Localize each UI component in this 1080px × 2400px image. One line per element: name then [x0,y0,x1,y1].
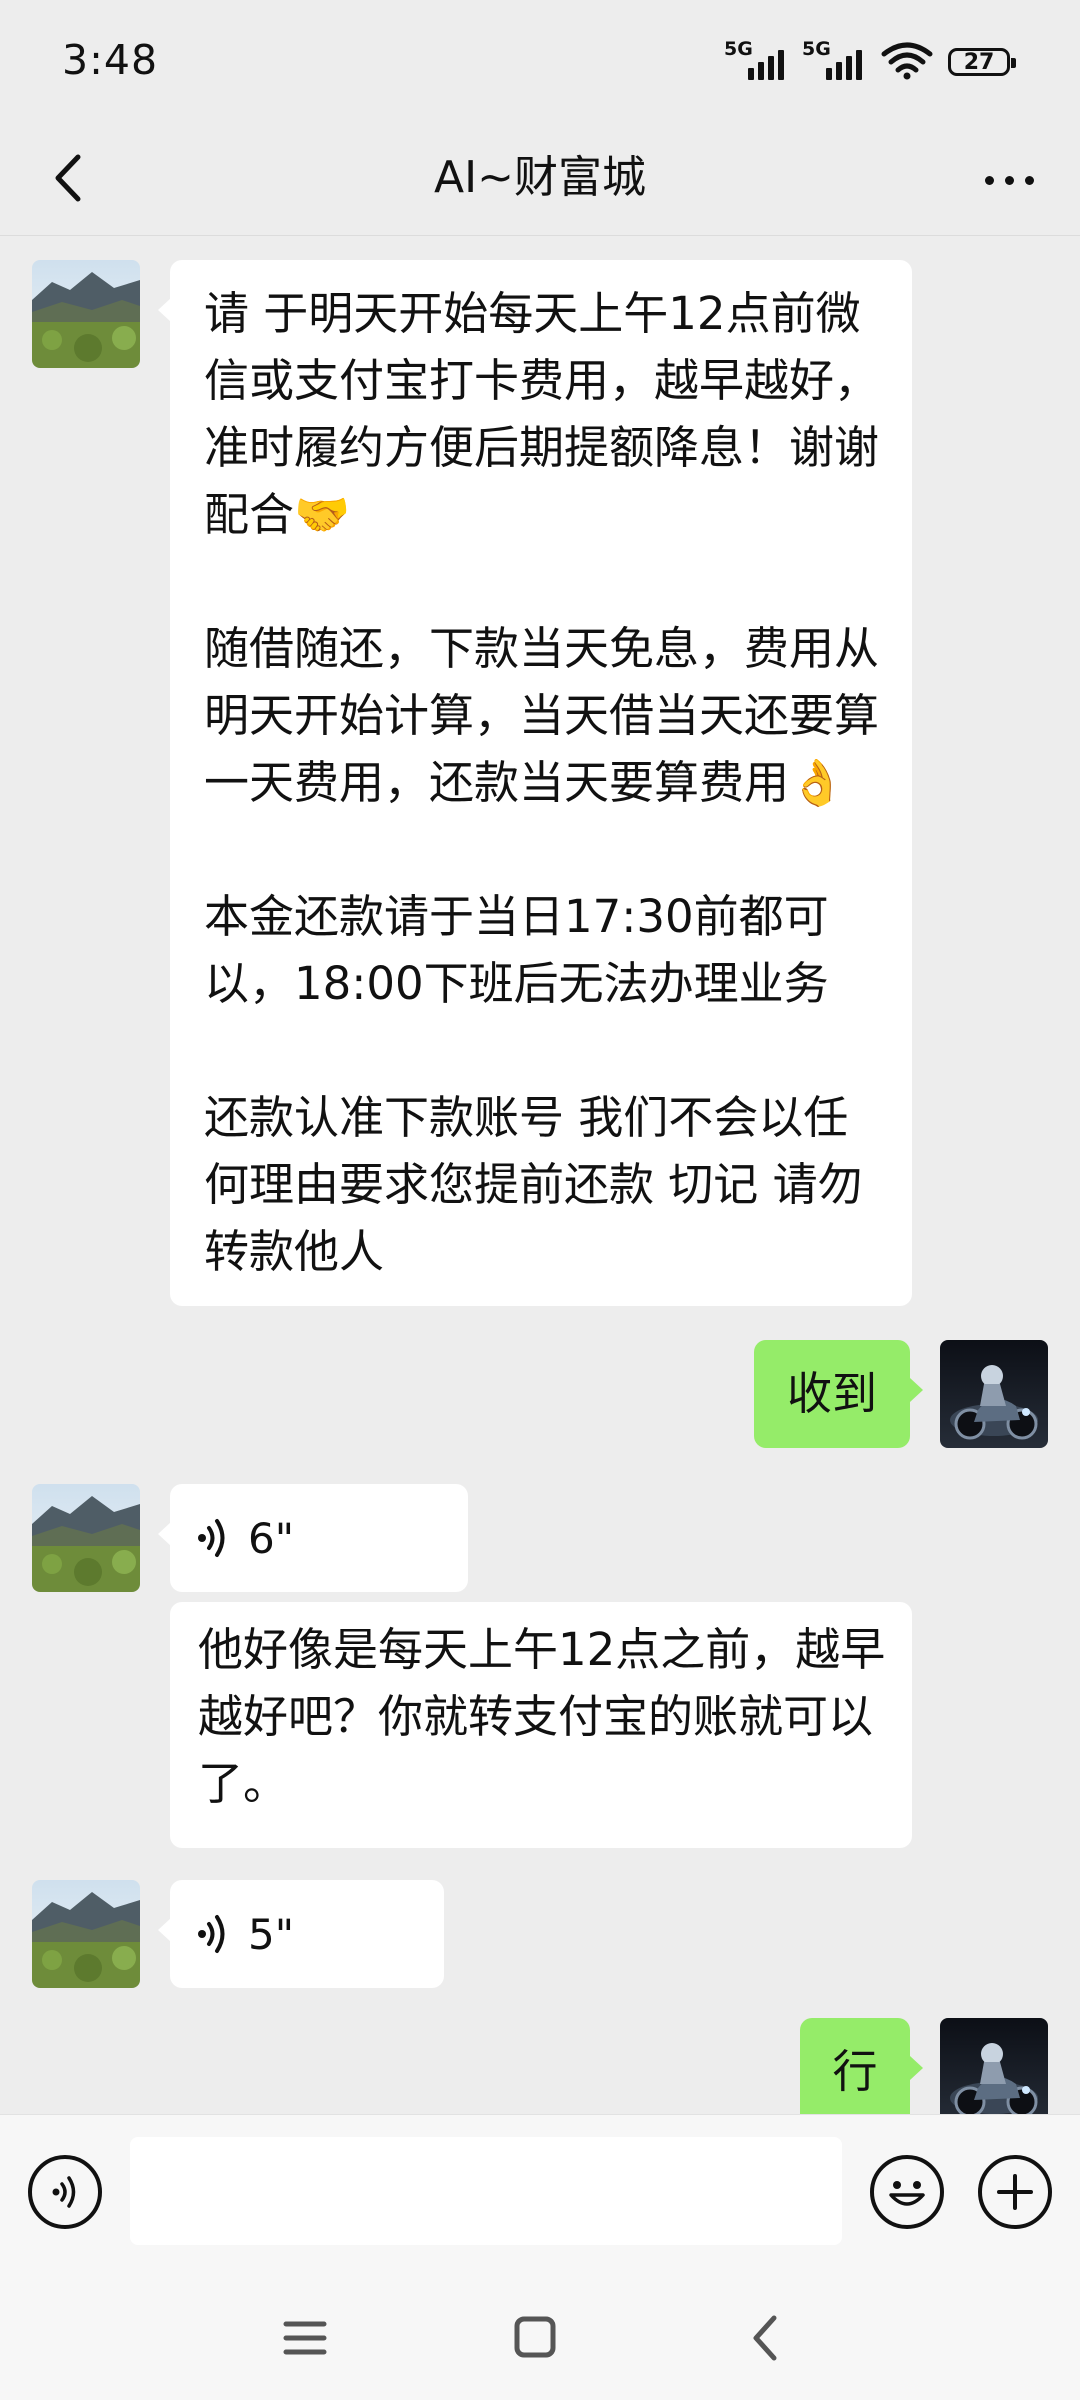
system-navigation-bar [0,2270,1080,2400]
message-text: 行 [832,2045,878,2098]
contact-avatar[interactable] [32,260,140,368]
user-avatar[interactable] [940,2018,1048,2114]
voice-duration: 5" [248,1909,295,1959]
message-bubble[interactable]: 行 [800,2018,923,2114]
voice-wave-icon [198,1519,225,1557]
back-icon[interactable] [732,2308,802,2368]
user-avatar[interactable] [940,1340,1048,1448]
menu-icon[interactable] [270,2308,340,2368]
more-dots-icon[interactable] [974,155,1044,205]
status-bar: 3:48 5G 5G 27 [0,0,1080,125]
message-bubble[interactable]: 请 于明天开始每天上午12点前微信或支付宝打卡费用，越早越好，准时履约方便后期提… [158,260,912,1306]
message-bubble[interactable]: 收到 [754,1340,923,1448]
voice-icon[interactable] [28,2155,102,2229]
chat-header: AI~财富城 [0,125,1080,236]
message-input[interactable] [130,2137,842,2245]
message-text: 请 于明天开始每天上午12点前微信或支付宝打卡费用，越早越好，准时履约方便后期提… [204,287,880,541]
signal-icon: 5G [724,38,788,80]
wifi-icon [881,42,933,80]
status-icons: 5G 5G 27 [724,38,1016,80]
voice-message[interactable]: 5" [158,1880,444,1988]
contact-avatar[interactable] [32,1880,140,1988]
message-text: 收到 [786,1367,877,1420]
voice-wave-icon [198,1915,225,1953]
chat-title: AI~财富城 [434,152,646,203]
voice-duration: 6" [248,1513,295,1563]
home-icon[interactable] [500,2308,570,2368]
voice-message[interactable]: 6" [158,1484,468,1592]
plus-icon[interactable] [978,2155,1052,2229]
input-bar [0,2114,1080,2271]
emoji-icon[interactable] [870,2155,944,2229]
message-text: 他好像是每天上午12点之前，越早越好吧？你就转支付宝的账就可以了。 [198,1623,886,1810]
battery-level: 27 [963,49,995,75]
message-text: 本金还款请于当日17:30前都可以，18:00下班后无法办理业务 [204,890,829,1010]
signal-label: 5G [724,38,753,60]
message-bubble[interactable]: 他好像是每天上午12点之前，越早越好吧？你就转支付宝的账就可以了。 [170,1602,912,1848]
message-text: 随借随还，下款当天免息，费用从明天开始计算，当天借当天还要算一天费用，还款当天要… [204,622,880,809]
signal-label: 5G [802,38,831,60]
battery-icon: 27 [948,48,1016,76]
message-list[interactable]: 请 于明天开始每天上午12点前微信或支付宝打卡费用，越早越好，准时履约方便后期提… [0,236,1080,2114]
status-time: 3:48 [62,36,159,84]
contact-avatar[interactable] [32,1484,140,1592]
signal-icon: 5G [802,38,866,80]
message-text: 还款认准下款账号 我们不会以任何理由要求您提前还款 切记 请勿转款他人 [204,1091,863,1278]
